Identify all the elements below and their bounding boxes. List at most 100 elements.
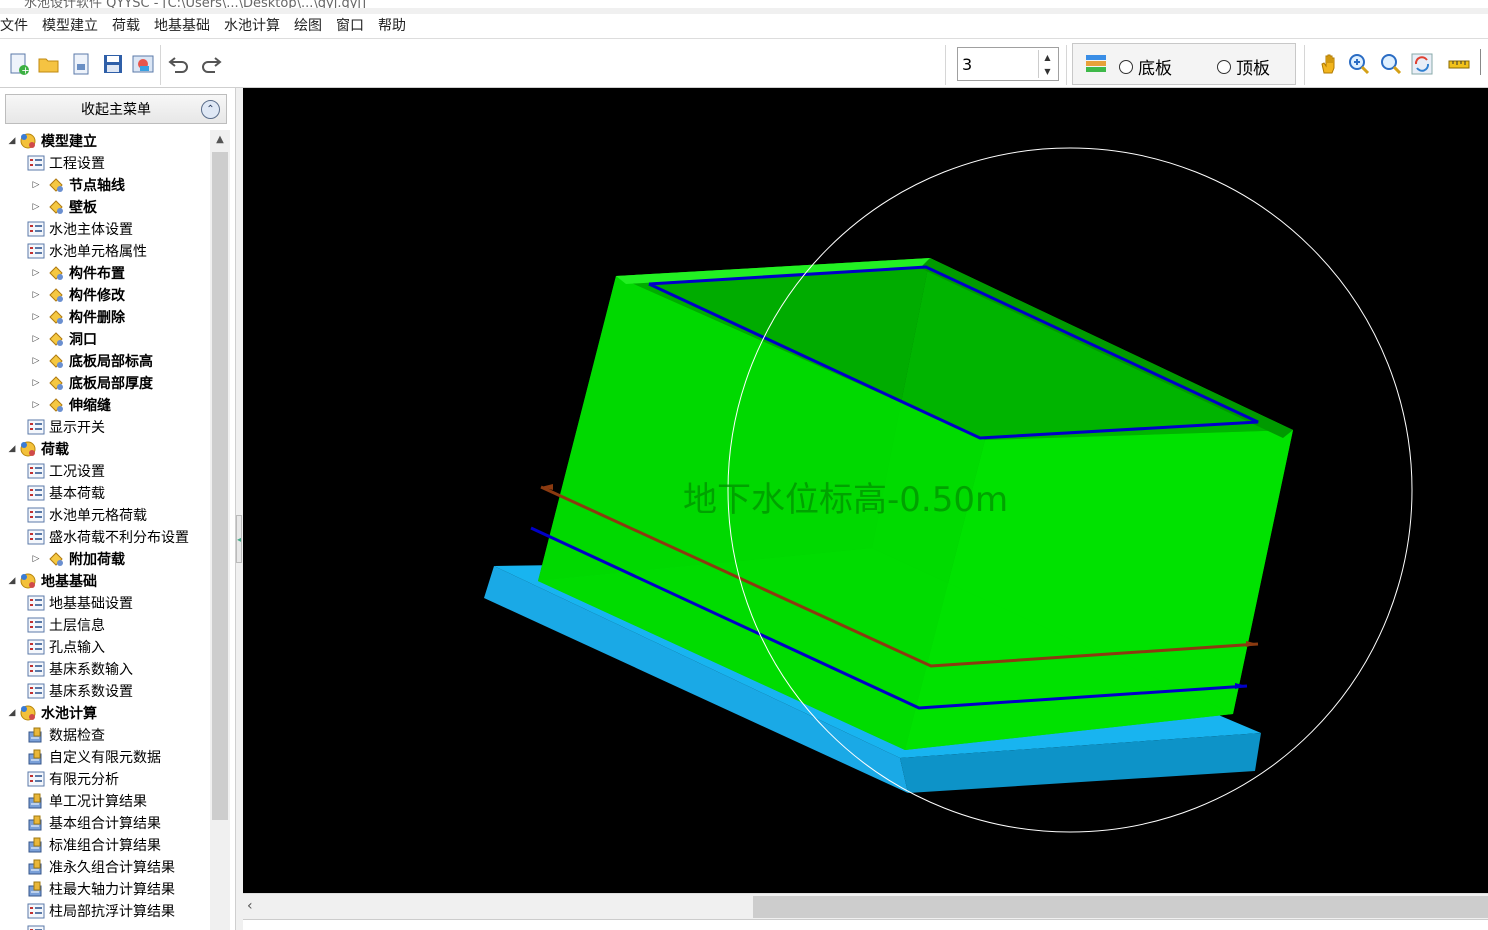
title-bar: 水池设计软件 QYYSC - [C:\Users\...\Desktop\...…: [0, 0, 1488, 8]
tree-item[interactable]: 水池单元格荷载: [26, 504, 147, 526]
calc-icon: [26, 792, 46, 810]
viewport-hscrollbar[interactable]: ‹: [243, 893, 1488, 919]
collapsed-arrow-icon[interactable]: ▷: [30, 180, 42, 190]
menu-load[interactable]: 荷载: [105, 14, 147, 38]
expanded-arrow-icon[interactable]: ◢: [6, 444, 18, 454]
tree-item[interactable]: 盛水荷载不利分布设置: [26, 526, 189, 548]
menu-drawing[interactable]: 绘图: [287, 14, 329, 38]
open-folder-icon[interactable]: [36, 51, 62, 77]
tree-item[interactable]: 柱最大轴力计算结果: [26, 878, 175, 900]
tree-item[interactable]: ◢ 水池计算: [6, 702, 97, 724]
folder-icon: [46, 176, 66, 194]
calc-icon: [26, 726, 46, 744]
collapsed-arrow-icon[interactable]: ▷: [30, 290, 42, 300]
menu-window[interactable]: 窗口: [329, 14, 371, 38]
tree-item[interactable]: 显示开关: [26, 416, 105, 438]
image-icon[interactable]: [130, 51, 156, 77]
zoom-in-icon[interactable]: [1346, 51, 1372, 77]
scroll-left-icon[interactable]: ‹: [247, 898, 253, 914]
collapsed-arrow-icon[interactable]: ▷: [30, 202, 42, 212]
redo-icon[interactable]: [198, 51, 224, 77]
tree-item-label: 荷载: [41, 442, 69, 458]
tree-item[interactable]: 水池单元格属性: [26, 240, 147, 262]
tree-item[interactable]: ◢ 模型建立: [6, 130, 97, 152]
page-icon[interactable]: [68, 51, 94, 77]
tree-item[interactable]: ▷ 附加荷载: [26, 548, 125, 570]
zoom-window-icon[interactable]: [1378, 51, 1404, 77]
tree-item[interactable]: ▷ 底板局部厚度: [26, 372, 153, 394]
tree-item[interactable]: 自定义有限元数据: [26, 746, 161, 768]
hscrollbar-thumb[interactable]: [753, 896, 1488, 918]
spin-down-icon[interactable]: ▼: [1039, 64, 1056, 78]
calc-icon: [26, 814, 46, 832]
tree-item[interactable]: 有限元分析: [26, 768, 119, 790]
tree-item[interactable]: 数据检查: [26, 724, 105, 746]
tree-item[interactable]: ▷ 构件删除: [26, 306, 125, 328]
collapsed-arrow-icon[interactable]: ▷: [30, 400, 42, 410]
collapsed-arrow-icon[interactable]: ▷: [30, 334, 42, 344]
floor-input[interactable]: [962, 52, 1038, 76]
tree-item[interactable]: 基本荷载: [26, 482, 105, 504]
form-icon: [26, 220, 46, 238]
radio-bottom-slab[interactable]: 底板: [1119, 54, 1172, 79]
tree-item[interactable]: ▷ 底板局部标高: [26, 350, 153, 372]
tree-item[interactable]: 单工况计算结果: [26, 790, 147, 812]
pan-hand-icon[interactable]: [1316, 51, 1342, 77]
group-icon: [18, 132, 38, 150]
splitter-handle[interactable]: ◂: [236, 515, 242, 563]
tree-item[interactable]: 工况设置: [26, 460, 105, 482]
tree-item[interactable]: ▷ 伸缩缝: [26, 394, 111, 416]
tree-item[interactable]: 土层信息: [26, 614, 105, 636]
menu-foundation[interactable]: 地基基础: [147, 14, 217, 38]
tree-item[interactable]: ▷ 构件布置: [26, 262, 125, 284]
form-icon: [26, 154, 46, 172]
menu-help[interactable]: 帮助: [371, 14, 413, 38]
new-file-icon[interactable]: +: [6, 51, 32, 77]
tree-item-label: 数据检查: [49, 728, 105, 744]
tree-item[interactable]: 地基基础设置: [26, 592, 133, 614]
radio-top-slab[interactable]: 顶板: [1217, 54, 1270, 79]
spin-up-icon[interactable]: ▲: [1039, 50, 1056, 64]
tree-item[interactable]: 基床系数输入: [26, 658, 133, 680]
tree-item[interactable]: ◢ 地基基础: [6, 570, 97, 592]
undo-icon[interactable]: [166, 51, 192, 77]
tree-item[interactable]: ▷ 洞口: [26, 328, 97, 350]
tree-item[interactable]: 准永久组合计算结果: [26, 856, 175, 878]
tree-item[interactable]: 水池主体设置: [26, 218, 133, 240]
tree-item[interactable]: ...: [26, 922, 62, 930]
scroll-up-icon[interactable]: ▲: [210, 134, 230, 150]
tree-item[interactable]: 工程设置: [26, 152, 105, 174]
tree-item[interactable]: ▷ 构件修改: [26, 284, 125, 306]
tree-item[interactable]: 标准组合计算结果: [26, 834, 161, 856]
menu-pool-calc[interactable]: 水池计算: [217, 14, 287, 38]
expanded-arrow-icon[interactable]: ◢: [6, 708, 18, 718]
layers-icon[interactable]: [1085, 53, 1107, 75]
tree-item[interactable]: ▷ 节点轴线: [26, 174, 125, 196]
tree-item[interactable]: 基本组合计算结果: [26, 812, 161, 834]
menu-file[interactable]: 文件: [0, 14, 35, 38]
main-menu-sidebar: 收起主菜单 ⌃ ◢ 模型建立 工程设置 ▷ 节点轴线 ▷ 壁板 水池主体设置 水池单元格属性 ▷ 构…: [0, 88, 236, 930]
sidebar-scrollbar[interactable]: ▲: [210, 130, 230, 930]
tree-item[interactable]: 孔点输入: [26, 636, 105, 658]
tree-item[interactable]: ◢ 荷载: [6, 438, 69, 460]
tree-item[interactable]: ▷ 壁板: [26, 196, 97, 218]
save-icon[interactable]: [100, 51, 126, 77]
expanded-arrow-icon[interactable]: ◢: [6, 576, 18, 586]
tree-item[interactable]: 基床系数设置: [26, 680, 133, 702]
measure-icon[interactable]: [1446, 51, 1472, 77]
collapse-main-menu-label: 收起主菜单: [81, 102, 151, 118]
expanded-arrow-icon[interactable]: ◢: [6, 136, 18, 146]
menu-model[interactable]: 模型建立: [35, 14, 105, 38]
scrollbar-thumb[interactable]: [212, 152, 228, 820]
tree-item[interactable]: 柱局部抗浮计算结果: [26, 900, 175, 922]
floor-spinner[interactable]: ▲ ▼: [957, 47, 1059, 81]
tree-item-label: 伸缩缝: [69, 398, 111, 414]
refresh-view-icon[interactable]: [1409, 51, 1435, 77]
collapsed-arrow-icon[interactable]: ▷: [30, 378, 42, 388]
collapsed-arrow-icon[interactable]: ▷: [30, 554, 42, 564]
collapse-main-menu-button[interactable]: 收起主菜单 ⌃: [5, 94, 227, 124]
3d-viewport[interactable]: 地下水位标高-0.50m: [243, 88, 1488, 893]
collapsed-arrow-icon[interactable]: ▷: [30, 312, 42, 322]
collapsed-arrow-icon[interactable]: ▷: [30, 268, 42, 278]
collapsed-arrow-icon[interactable]: ▷: [30, 356, 42, 366]
